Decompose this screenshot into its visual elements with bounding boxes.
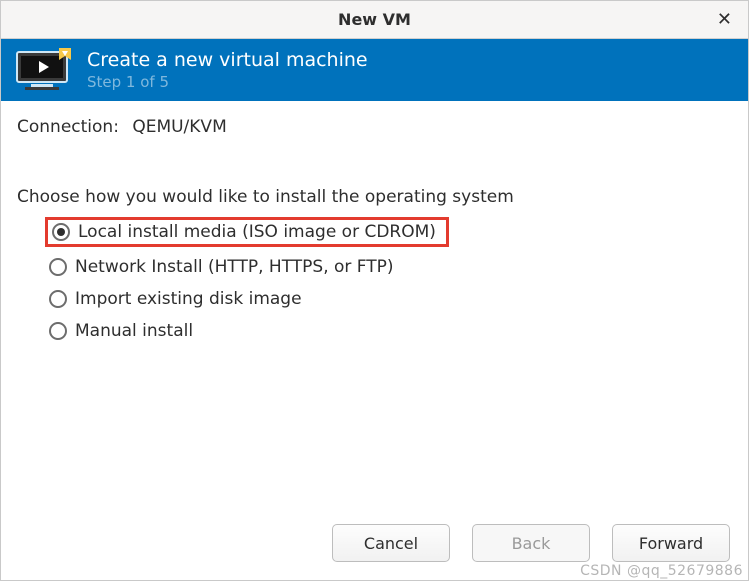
wizard-banner: Create a new virtual machine Step 1 of 5 <box>1 39 748 101</box>
option-label: Manual install <box>75 321 193 341</box>
monitor-icon <box>15 48 73 92</box>
radio-icon <box>52 223 70 241</box>
option-local-install[interactable]: Local install media (ISO image or CDROM) <box>45 217 449 247</box>
option-manual-install[interactable]: Manual install <box>45 319 732 343</box>
install-options: Local install media (ISO image or CDROM)… <box>17 217 732 343</box>
radio-icon <box>49 322 67 340</box>
option-label: Network Install (HTTP, HTTPS, or FTP) <box>75 257 394 277</box>
banner-heading: Create a new virtual machine <box>87 49 368 73</box>
footer-buttons: Cancel Back Forward <box>1 524 748 580</box>
window-title: New VM <box>338 10 411 29</box>
banner-step: Step 1 of 5 <box>87 73 368 91</box>
install-prompt: Choose how you would like to install the… <box>17 187 732 207</box>
titlebar: New VM ✕ <box>1 1 748 39</box>
radio-icon <box>49 290 67 308</box>
option-label: Import existing disk image <box>75 289 302 309</box>
radio-icon <box>49 258 67 276</box>
forward-button[interactable]: Forward <box>612 524 730 562</box>
option-network-install[interactable]: Network Install (HTTP, HTTPS, or FTP) <box>45 255 732 279</box>
connection-value: QEMU/KVM <box>132 117 226 137</box>
cancel-button[interactable]: Cancel <box>332 524 450 562</box>
back-button: Back <box>472 524 590 562</box>
connection-row: Connection: QEMU/KVM <box>17 117 732 137</box>
content-area: Connection: QEMU/KVM Choose how you woul… <box>1 101 748 524</box>
banner-text: Create a new virtual machine Step 1 of 5 <box>87 49 368 92</box>
option-import-disk[interactable]: Import existing disk image <box>45 287 732 311</box>
connection-label: Connection: <box>17 117 119 137</box>
close-icon[interactable]: ✕ <box>717 11 732 29</box>
dialog-window: New VM ✕ Create a new virtual machine St… <box>0 0 749 581</box>
option-label: Local install media (ISO image or CDROM) <box>78 222 436 242</box>
